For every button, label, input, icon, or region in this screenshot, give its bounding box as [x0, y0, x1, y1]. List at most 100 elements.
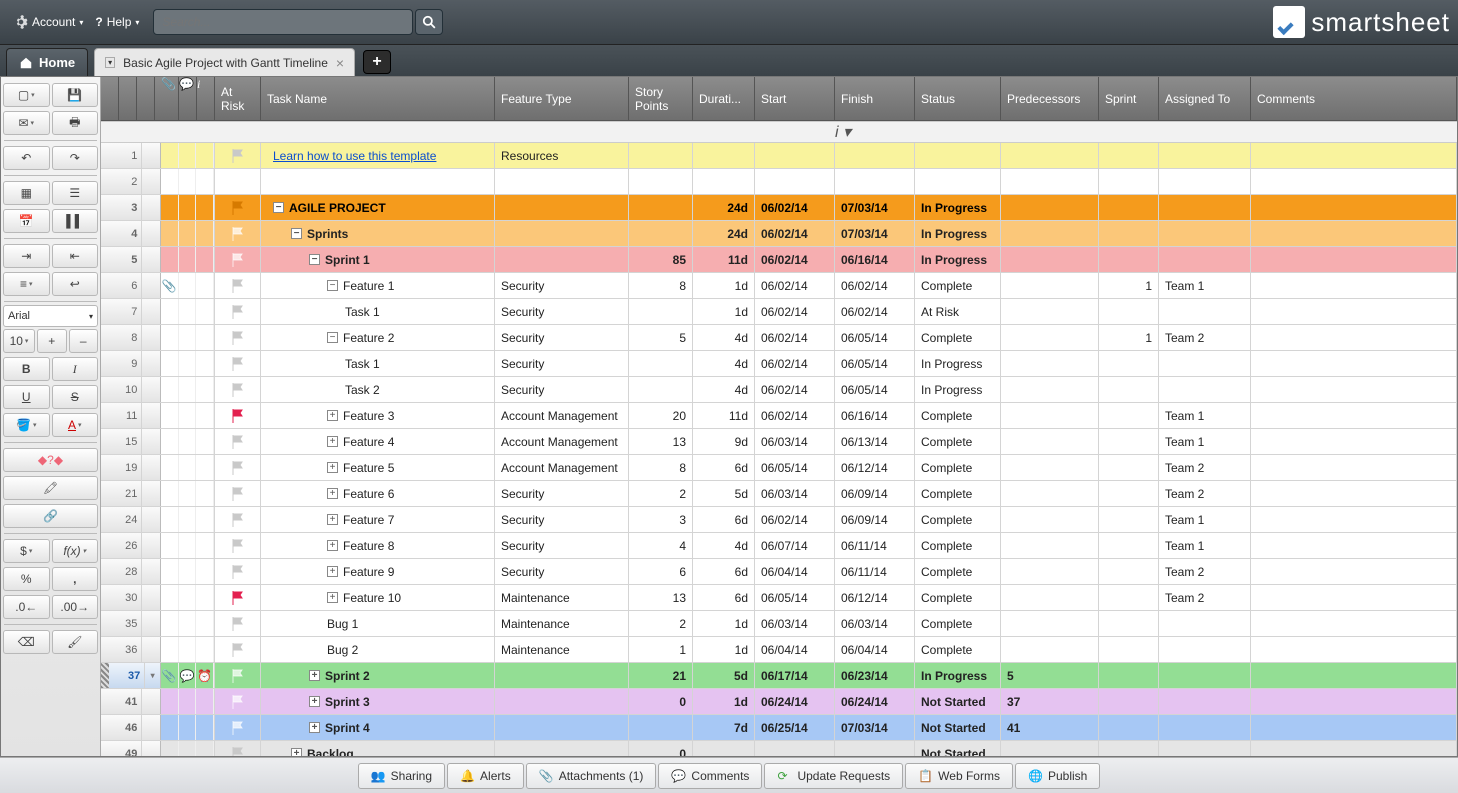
comments-cell[interactable] [1251, 455, 1457, 480]
task-name-cell[interactable]: +Feature 4 [261, 429, 495, 454]
outdent-button[interactable]: ⇤ [52, 244, 99, 268]
expand-icon[interactable]: + [327, 592, 338, 603]
status-cell[interactable]: In Progress [915, 663, 1001, 688]
comments-cell[interactable] [1251, 507, 1457, 532]
flag-icon[interactable] [215, 247, 261, 272]
decrease-font-button[interactable]: – [69, 329, 99, 353]
sprint-cell[interactable] [1099, 429, 1159, 454]
assigned-cell[interactable] [1159, 663, 1251, 688]
pred-cell[interactable] [1001, 403, 1099, 428]
task-name-cell[interactable]: +Sprint 2 [261, 663, 495, 688]
expand-icon[interactable]: + [327, 462, 338, 473]
finish-cell[interactable] [835, 169, 915, 194]
pred-cell[interactable] [1001, 455, 1099, 480]
font-size-select[interactable]: 10▾ [3, 329, 35, 353]
expand-icon[interactable]: + [291, 748, 302, 756]
status-cell[interactable]: Complete [915, 429, 1001, 454]
status-cell[interactable]: Complete [915, 637, 1001, 662]
redo-button[interactable]: ↷ [52, 146, 99, 170]
undo-button[interactable]: ↶ [3, 146, 50, 170]
status-cell[interactable]: At Risk [915, 299, 1001, 324]
status-cell[interactable] [915, 143, 1001, 168]
feature-cell[interactable] [495, 221, 629, 246]
row-number[interactable]: 35 [101, 611, 142, 636]
feature-cell[interactable]: Security [495, 481, 629, 506]
sprint-cell[interactable] [1099, 169, 1159, 194]
flag-icon[interactable] [215, 403, 261, 428]
row-reminder-icon[interactable] [196, 325, 214, 350]
feature-cell[interactable] [495, 169, 629, 194]
row-menu[interactable] [142, 325, 160, 350]
story-cell[interactable]: 5 [629, 325, 693, 350]
comments-cell[interactable] [1251, 221, 1457, 246]
row-menu[interactable] [142, 481, 160, 506]
finish-cell[interactable]: 06/04/14 [835, 637, 915, 662]
table-row[interactable]: 10 Task 2 Security 4d 06/02/14 06/05/14 … [101, 377, 1457, 403]
flag-icon[interactable] [215, 715, 261, 740]
finish-cell[interactable]: 06/16/14 [835, 403, 915, 428]
flag-icon[interactable] [215, 351, 261, 376]
print-button[interactable]: 🖶 [52, 111, 99, 135]
assigned-cell[interactable] [1159, 715, 1251, 740]
pred-cell[interactable] [1001, 637, 1099, 662]
pred-cell[interactable] [1001, 195, 1099, 220]
row-menu[interactable] [142, 715, 160, 740]
add-tab-button[interactable]: + [363, 50, 391, 74]
start-cell[interactable]: 06/02/14 [755, 507, 835, 532]
flag-icon[interactable] [215, 221, 261, 246]
row-menu[interactable] [142, 377, 160, 402]
finish-cell[interactable]: 06/11/14 [835, 559, 915, 584]
col-at-risk[interactable]: At Risk [215, 77, 261, 120]
finish-cell[interactable]: 06/05/14 [835, 351, 915, 376]
table-row[interactable]: 28 +Feature 9 Security 6 6d 06/04/14 06/… [101, 559, 1457, 585]
finish-cell[interactable]: 06/05/14 [835, 325, 915, 350]
info-header-icon[interactable]: i [197, 77, 215, 120]
story-cell[interactable]: 4 [629, 533, 693, 558]
email-button[interactable]: ✉▾ [3, 111, 50, 135]
assigned-cell[interactable] [1159, 195, 1251, 220]
finish-cell[interactable]: 06/05/14 [835, 377, 915, 402]
task-name-cell[interactable]: +Feature 10 [261, 585, 495, 610]
row-menu[interactable] [142, 299, 160, 324]
row-reminder-icon[interactable] [196, 611, 214, 636]
fill-color-button[interactable]: 🪣▾ [3, 413, 50, 437]
comments-button[interactable]: 💬Comments [658, 763, 762, 789]
row-number[interactable]: 6 [101, 273, 142, 298]
expand-icon[interactable]: + [309, 670, 320, 681]
pred-cell[interactable] [1001, 429, 1099, 454]
expand-icon[interactable]: + [327, 514, 338, 525]
formula-button[interactable]: f(x)▾ [52, 539, 99, 563]
row-reminder-icon[interactable] [196, 455, 214, 480]
comments-cell[interactable] [1251, 403, 1457, 428]
pred-cell[interactable]: 37 [1001, 689, 1099, 714]
start-cell[interactable] [755, 169, 835, 194]
story-cell[interactable]: 2 [629, 611, 693, 636]
expand-icon[interactable]: − [291, 228, 302, 239]
row-menu[interactable] [142, 533, 160, 558]
row-reminder-icon[interactable] [196, 299, 214, 324]
start-cell[interactable]: 06/24/14 [755, 689, 835, 714]
row-reminder-icon[interactable] [196, 403, 214, 428]
status-cell[interactable]: Not Started [915, 715, 1001, 740]
row-discuss-icon[interactable] [179, 611, 197, 636]
percent-button[interactable]: % [3, 567, 50, 591]
pred-cell[interactable] [1001, 533, 1099, 558]
duration-cell[interactable]: 5d [693, 481, 755, 506]
flag-icon[interactable] [215, 143, 261, 168]
story-cell[interactable]: 0 [629, 689, 693, 714]
table-row[interactable]: 5 −Sprint 1 85 11d 06/02/14 06/16/14 In … [101, 247, 1457, 273]
story-cell[interactable]: 13 [629, 585, 693, 610]
row-reminder-icon[interactable] [196, 637, 214, 662]
flag-icon[interactable] [215, 455, 261, 480]
pred-cell[interactable] [1001, 377, 1099, 402]
row-number[interactable]: 24 [101, 507, 142, 532]
expand-icon[interactable]: + [327, 566, 338, 577]
story-cell[interactable]: 13 [629, 429, 693, 454]
row-attach-icon[interactable] [161, 169, 179, 194]
sprint-cell[interactable] [1099, 689, 1159, 714]
feature-cell[interactable]: Account Management [495, 403, 629, 428]
row-number[interactable]: 28 [101, 559, 142, 584]
start-cell[interactable]: 06/02/14 [755, 247, 835, 272]
flag-icon[interactable] [215, 377, 261, 402]
duration-cell[interactable]: 5d [693, 663, 755, 688]
